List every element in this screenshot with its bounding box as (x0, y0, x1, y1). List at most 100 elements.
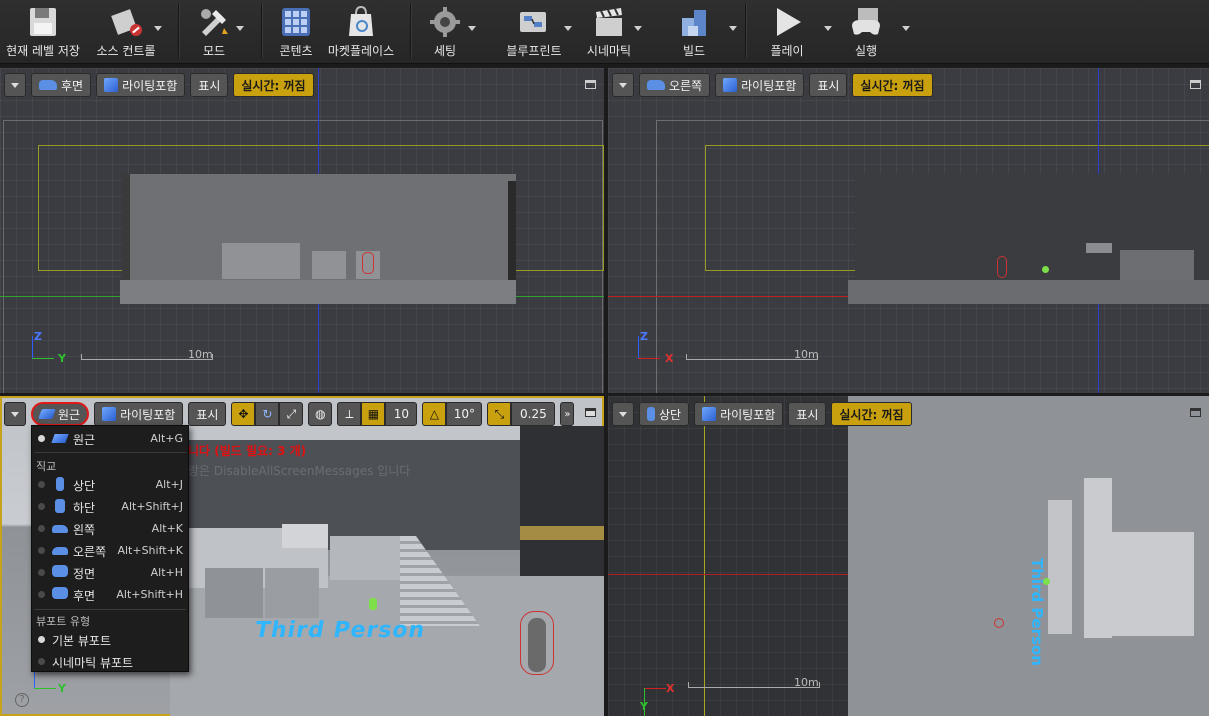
view-mode-label: 라이팅포함 (120, 407, 176, 422)
save-level-button[interactable]: 현재 레벨 저장 (2, 0, 84, 62)
launch-dropdown-icon[interactable] (902, 26, 910, 31)
show-button[interactable]: 표시 (190, 73, 229, 97)
cinematics-dropdown-icon[interactable] (634, 26, 642, 31)
viewport-type-section-header: 뷰포트 유형 (36, 615, 91, 628)
play-label: 플레이 (770, 44, 804, 58)
ortho-section-header: 직교 (36, 460, 57, 473)
view-type-label: 후면 (61, 78, 84, 93)
play-button[interactable]: 플레이 (762, 0, 832, 62)
viewport-options-button[interactable] (4, 402, 26, 426)
view-type-button[interactable]: 원근 (31, 402, 90, 426)
content-button[interactable]: 콘텐츠 (268, 0, 324, 62)
rotate-tool-button[interactable]: ↻ (255, 402, 280, 426)
radio-selected-icon (38, 636, 45, 643)
cinematics-button[interactable]: 시네마틱 (582, 0, 642, 62)
blueprint-dropdown-icon[interactable] (564, 26, 572, 31)
menu-item-default-viewport[interactable]: 기본 뷰포트 (32, 628, 188, 650)
realtime-off-badge[interactable]: 실시간: 꺼짐 (831, 402, 912, 426)
menu-item-top[interactable]: 상단 Alt+J (32, 473, 188, 495)
view-type-menu: 원근 Alt+G 직교 상단 Alt+J 하단 Alt+Shift+J 왼쪽 A… (31, 425, 189, 672)
modes-button[interactable]: 모드 (184, 0, 244, 62)
show-button[interactable]: 표시 (809, 73, 848, 97)
grid-snap-toggle[interactable]: ▦ (361, 402, 386, 426)
menu-item-right[interactable]: 오른쪽 Alt+Shift+K (32, 539, 188, 561)
menu-item-label: 오른쪽 (73, 545, 107, 559)
show-button[interactable]: 표시 (188, 402, 227, 426)
scale-snap-value[interactable]: 0.25 (511, 402, 556, 426)
right-view-icon (647, 80, 665, 90)
settings-button[interactable]: 세팅 (420, 0, 476, 62)
scale-snap-toggle[interactable]: ⤡ (487, 402, 512, 426)
back-view-icon (39, 80, 57, 90)
viewport-top[interactable]: Third Person 상단 라이팅포함 표시 실시간: 꺼짐 X Y 10m (608, 396, 1209, 716)
translate-tool-button[interactable]: ✥ (231, 402, 256, 426)
source-control-dropdown-icon[interactable] (154, 26, 162, 31)
lit-mode-icon (102, 407, 117, 421)
third-person-3d-text: Third Person (252, 618, 428, 643)
viewport-back[interactable]: 후면 라이팅포함 표시 실시간: 꺼짐 Z Y 10m (0, 68, 604, 393)
play-dropdown-icon[interactable] (824, 26, 832, 31)
build-button[interactable]: 빌드 (670, 0, 737, 62)
build-dropdown-icon[interactable] (729, 26, 737, 31)
viewport-options-button[interactable] (4, 73, 26, 97)
radio-selected-icon (38, 435, 45, 442)
show-button[interactable]: 표시 (788, 402, 827, 426)
menu-item-back[interactable]: 후면 Alt+Shift+H (32, 583, 188, 605)
scale-label: 10m (188, 348, 213, 361)
view-mode-button[interactable]: 라이팅포함 (694, 402, 784, 426)
radio-icon (38, 591, 45, 598)
world-local-button[interactable]: ◍ (308, 402, 333, 426)
view-mode-button[interactable]: 라이팅포함 (96, 73, 186, 97)
viewport-options-button[interactable] (612, 402, 634, 426)
view-mode-button[interactable]: 라이팅포함 (715, 73, 805, 97)
rotation-snap-value[interactable]: 10° (446, 402, 483, 426)
scale-label: 10m (794, 676, 819, 689)
viewport-perspective-toolbar: 원근 라이팅포함 표시 ✥ ↻ ⤢ ◍ ⟂ ▦ 10 △ 10° ⤡ 0.25 … (4, 401, 575, 427)
gear-icon (430, 7, 460, 37)
menu-item-label: 시네마틱 뷰포트 (52, 656, 134, 670)
help-icon[interactable]: ? (15, 693, 29, 707)
menu-item-cinematic-viewport[interactable]: 시네마틱 뷰포트 (32, 650, 188, 672)
view-mode-button[interactable]: 라이팅포함 (94, 402, 184, 426)
scale-tool-button[interactable]: ⤢ (279, 402, 304, 426)
menu-item-shortcut: Alt+H (150, 566, 183, 579)
menu-item-label: 후면 (73, 589, 96, 603)
maximize-viewport-icon[interactable] (1190, 408, 1201, 417)
menu-item-label: 하단 (73, 501, 96, 515)
view-type-button[interactable]: 오른쪽 (639, 73, 711, 97)
transform-tools: ✥ ↻ ⤢ (231, 402, 304, 426)
menu-item-perspective[interactable]: 원근 Alt+G (32, 427, 188, 449)
grid-snap-value[interactable]: 10 (385, 402, 418, 426)
launch-button[interactable]: 실행 (840, 0, 910, 62)
toolbar-overflow-button[interactable]: » (560, 402, 575, 426)
menu-item-left[interactable]: 왼쪽 Alt+K (32, 517, 188, 539)
view-type-button[interactable]: 후면 (31, 73, 92, 97)
maximize-viewport-icon[interactable] (1190, 80, 1201, 89)
marketplace-button[interactable]: 마켓플레이스 (326, 0, 396, 62)
view-mode-label: 라이팅포함 (122, 78, 178, 93)
viewport-right[interactable]: 오른쪽 라이팅포함 표시 실시간: 꺼짐 Z X 10m (608, 68, 1209, 393)
rotate-icon: ↻ (262, 407, 273, 421)
realtime-off-badge[interactable]: 실시간: 꺼짐 (852, 73, 933, 97)
modes-dropdown-icon[interactable] (236, 26, 244, 31)
source-control-button[interactable]: 소스 컨트롤 (88, 0, 164, 62)
radio-icon (38, 569, 45, 576)
rotation-snap-toggle[interactable]: △ (422, 402, 447, 426)
surface-snap-button[interactable]: ⟂ (337, 402, 362, 426)
menu-item-label: 왼쪽 (73, 523, 96, 537)
menu-item-shortcut: Alt+K (151, 522, 183, 535)
maximize-viewport-icon[interactable] (585, 80, 596, 89)
settings-dropdown-icon[interactable] (468, 26, 476, 31)
view-type-button[interactable]: 상단 (639, 402, 690, 426)
blueprint-button[interactable]: 블루프린트 (502, 0, 572, 62)
menu-item-front[interactable]: 정면 Alt+H (32, 561, 188, 583)
maximize-viewport-icon[interactable] (585, 408, 596, 417)
content-label: 콘텐츠 (279, 44, 313, 58)
chevron-right-icon: » (564, 408, 571, 420)
menu-item-bottom[interactable]: 하단 Alt+Shift+J (32, 495, 188, 517)
translate-icon: ✥ (238, 407, 249, 421)
marketplace-bag-icon (349, 5, 373, 36)
globe-icon: ◍ (315, 407, 326, 421)
viewport-options-button[interactable] (612, 73, 634, 97)
realtime-off-badge[interactable]: 실시간: 꺼짐 (233, 73, 314, 97)
